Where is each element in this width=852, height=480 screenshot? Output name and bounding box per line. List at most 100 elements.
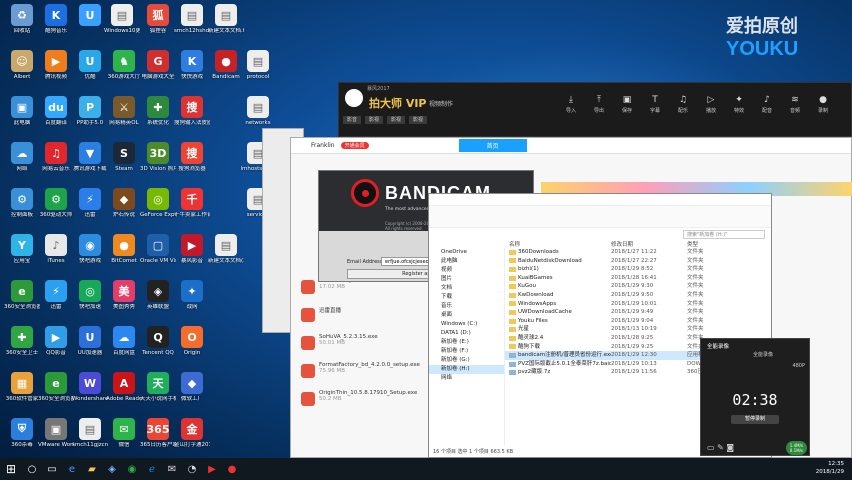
camera-icon[interactable]: ◙ [726, 443, 734, 452]
desktop-icon[interactable]: O Origin [174, 326, 210, 357]
file-row[interactable]: WindowsApps 2018/1/29 10:01 文件夹 [505, 300, 771, 309]
sidebar-item[interactable]: 新加卷 (H:) [429, 365, 504, 374]
file-row[interactable]: Youku Files 2018/1/29 9:04 文件夹 [505, 317, 771, 326]
tool-tab[interactable]: 影音 [343, 116, 362, 124]
file-row[interactable]: 光星 2018/1/13 10:19 文件夹 [505, 325, 771, 334]
desktop-icon[interactable]: ◎ 快吧加速 [72, 280, 108, 311]
clock[interactable]: 12:35 2018/1/29 [816, 460, 844, 476]
desktop-icon[interactable]: ⚔ 网易精英OL [106, 96, 142, 127]
desktop-icon[interactable]: e 360安全浏览器 [4, 280, 40, 311]
file-row[interactable]: UWDownloadCache 2018/1/29 9:49 文件夹 [505, 308, 771, 317]
desktop-icon[interactable]: ✚ 系统优化 [140, 96, 176, 127]
explorer-search[interactable]: 搜索"新加卷 (H:)" [683, 230, 765, 239]
home-tab[interactable]: 首页 [458, 139, 527, 152]
store-icon[interactable]: ◈ [102, 458, 122, 480]
task-view-icon[interactable]: ▭ [42, 458, 62, 480]
desktop-icon[interactable]: ☁ 网络 [4, 142, 40, 173]
desktop-icon[interactable]: ◉ 快吧游戏 [72, 234, 108, 265]
tool-tab[interactable]: 影视 [365, 116, 384, 124]
desktop-icon[interactable]: ▤ 新建文本文档.txt [208, 4, 244, 35]
download-item[interactable]: 迅雷直播 [299, 306, 429, 334]
tool-button[interactable]: ⤓ 导入 [559, 95, 583, 114]
desktop-icon[interactable]: ✚ 360安全卫士 [4, 326, 40, 357]
tool-button[interactable]: ⤒ 导出 [587, 95, 611, 114]
sidebar-item[interactable]: 文档 [429, 284, 504, 293]
download-item[interactable]: FormatFactory_bd_4.2.0.0_setup.exe 75.96 … [299, 362, 429, 390]
sidebar-item[interactable]: 下载 [429, 293, 504, 302]
desktop-icon[interactable]: 狐狐狸谷 [140, 4, 176, 35]
start-button[interactable]: ⊞ [0, 458, 22, 480]
desktop-icon[interactable]: K 酷狗音乐 [38, 4, 74, 35]
desktop-icon[interactable]: ♞ 360游戏大厅 [106, 50, 142, 81]
desktop-icon[interactable]: ✉ 微信 [106, 418, 142, 449]
download-item[interactable]: Win7ehe.zip17.02 MB [299, 278, 429, 306]
sidebar-item[interactable]: Windows (C:) [429, 320, 504, 329]
desktop-icon[interactable]: ☺ Albert [4, 50, 40, 81]
sidebar-item[interactable]: 新加卷 (G:) [429, 356, 504, 365]
col-type[interactable]: 类型 [687, 240, 698, 248]
tool-button[interactable]: ● 录制 [811, 95, 835, 114]
folder-icon[interactable]: ▭ [707, 443, 715, 452]
desktop-icon[interactable]: ▣ 此电脑 [4, 96, 40, 127]
desktop-icon[interactable]: ▢ Oracle VM VirtualBox [140, 234, 176, 265]
brush-icon[interactable]: ✎ [717, 443, 724, 452]
desktop-icon[interactable]: P PP助手5.0 [72, 96, 108, 127]
desktop-icon[interactable]: ♫ 网易云音乐 [38, 142, 74, 173]
desktop-icon[interactable]: ▶ 暴风影音 [174, 234, 210, 265]
desktop-icon[interactable]: 3D 3D Vision 照片查看器 [140, 142, 176, 173]
col-name[interactable]: 名称 [509, 240, 611, 248]
desktop-icon[interactable]: W Wondershare Video E [72, 372, 108, 403]
desktop-icon[interactable]: ▤ protocol [240, 50, 276, 81]
sidebar-item[interactable]: 音乐 [429, 302, 504, 311]
ie-icon[interactable]: ℯ [142, 458, 162, 480]
file-row[interactable]: KwDownload 2018/1/29 9:50 文件夹 [505, 291, 771, 300]
desktop-icon[interactable]: ▶ 腾讯视频 [38, 50, 74, 81]
desktop-icon[interactable]: ▤ smch12hshd3_1.2.1.1011 [174, 4, 210, 35]
desktop-icon[interactable]: ▤ networks [240, 96, 276, 127]
sidebar-item[interactable]: 此电脑 [429, 257, 504, 266]
file-row[interactable]: KuGou 2018/1/29 9:30 文件夹 [505, 282, 771, 291]
desktop-icon[interactable]: ▶ QQ影音 [38, 326, 74, 357]
recorder-mode[interactable]: 全能录像 [753, 351, 773, 358]
record-icon[interactable]: ● [222, 458, 242, 480]
tool-button[interactable]: ✦ 特效 [727, 95, 751, 114]
desktop-icon[interactable]: ◎ GeForce Experience [140, 188, 176, 219]
desktop-icon[interactable]: ✦ 战网 [174, 280, 210, 311]
stop-record-button[interactable]: 暂停录制 [731, 415, 779, 424]
desktop-icon[interactable]: 搜搜狗输入法皮肤 [174, 96, 210, 127]
desktop-icon[interactable]: ⚡ 迅雷 [38, 280, 74, 311]
tool-button[interactable]: T 字幕 [643, 95, 667, 114]
col-date[interactable]: 修改日期 [611, 240, 687, 248]
desktop-icon[interactable]: e 360安全浏览器 [38, 372, 74, 403]
sidebar-item[interactable]: 新加卷 (E:) [429, 338, 504, 347]
desktop-icon[interactable]: U 优酷 [72, 50, 108, 81]
tool-tab[interactable]: 影视 [409, 116, 428, 124]
browser-icon[interactable]: ◉ [122, 458, 142, 480]
mail-icon[interactable]: ✉ [162, 458, 182, 480]
download-item[interactable]: OriginThin_10.5.8.17910_Setup.exe 50.2 MB [299, 390, 429, 418]
desktop-icon[interactable]: 金金山打字通2016 [174, 418, 210, 449]
tool-button[interactable]: ♪ 配音 [755, 95, 779, 114]
desktop-icon[interactable]: ● BitComet [106, 234, 142, 265]
desktop-icon[interactable]: ♻ 回收站 [4, 4, 40, 35]
sidebar-item[interactable]: 视频 [429, 266, 504, 275]
tool-button[interactable]: ♫ 配乐 [671, 95, 695, 114]
desktop-icon[interactable]: G 电脑游戏大全 [140, 50, 176, 81]
sidebar-item[interactable]: 新加卷 (F:) [429, 347, 504, 356]
search-icon[interactable]: ○ [22, 458, 42, 480]
desktop-icon[interactable]: U UU加速器 [72, 326, 108, 357]
tool-button[interactable]: ≋ 音频 [783, 95, 807, 114]
desktop-icon[interactable]: ▣ VMware Workstati [38, 418, 74, 449]
desktop-icon[interactable]: ◈ 英雄联盟 [140, 280, 176, 311]
sidebar-item[interactable]: DATA1 (D:) [429, 329, 504, 338]
tool-tab[interactable]: 影视 [387, 116, 406, 124]
desktop-icon[interactable]: Y 应用宝 [4, 234, 40, 265]
file-row[interactable]: KuaiBGames 2018/1/28 16:41 文件夹 [505, 274, 771, 283]
file-row[interactable]: BaiduNetdiskDownload 2018/1/27 22:27 文件夹 [505, 257, 771, 266]
edge-icon[interactable]: e [62, 458, 82, 480]
download-item[interactable]: SoHuVA_5.2.3.15.exe 50.01 MB [299, 334, 429, 362]
desktop-icon[interactable]: ⚡ 迅雷 [72, 188, 108, 219]
desktop-icon[interactable]: ◆ 炉石传说 [106, 188, 142, 219]
media-icon[interactable]: ▶ [202, 458, 222, 480]
desktop-icon[interactable]: K 快快游戏 [174, 50, 210, 81]
